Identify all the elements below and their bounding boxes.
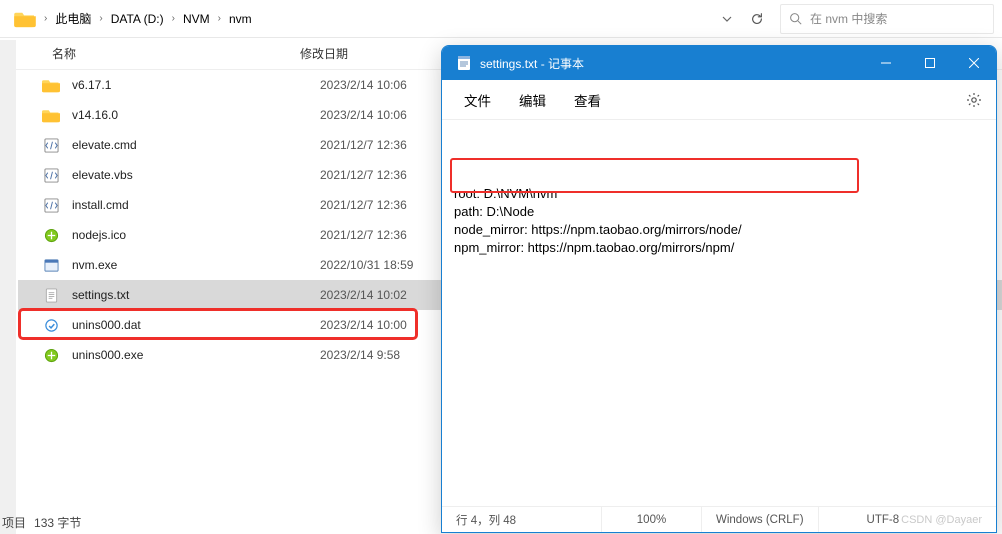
- minimize-button[interactable]: [864, 46, 908, 80]
- file-name: unins000.exe: [72, 348, 320, 362]
- file-name: v14.16.0: [72, 108, 320, 122]
- chevron-right-icon: ›: [42, 13, 49, 24]
- folder-icon: [14, 10, 36, 28]
- cursor-position: 行 4，列 48: [442, 507, 602, 532]
- editor-line: node_mirror: https://npm.taobao.org/mirr…: [454, 221, 984, 239]
- column-name-header[interactable]: 名称: [0, 45, 300, 62]
- dat-icon: [40, 318, 62, 333]
- breadcrumb-item[interactable]: nvm: [223, 8, 258, 30]
- txt-icon: [40, 288, 62, 303]
- search-icon: [789, 12, 802, 25]
- file-date: 2023/2/14 10:06: [320, 108, 407, 122]
- ico-icon: [40, 228, 62, 243]
- notepad-statusbar: 行 4，列 48 100% Windows (CRLF) UTF-8 CSDN …: [442, 506, 996, 532]
- encoding: UTF-8: [867, 514, 900, 526]
- notepad-icon: [456, 55, 472, 71]
- file-date: 2022/10/31 18:59: [320, 258, 413, 272]
- watermark: CSDN @Dayaer: [901, 514, 982, 526]
- editor-line: root: D:\NVM\nvm: [454, 185, 984, 203]
- file-name: settings.txt: [72, 288, 320, 302]
- breadcrumb-item[interactable]: DATA (D:): [105, 8, 170, 30]
- gear-icon: [966, 92, 982, 108]
- menubar: 文件 编辑 查看: [442, 80, 996, 120]
- file-date: 2023/2/14 10:00: [320, 318, 407, 332]
- column-date-header[interactable]: 修改日期: [300, 45, 348, 62]
- editor-content[interactable]: root: D:\NVM\nvmpath: D:\Nodenode_mirror…: [442, 120, 996, 506]
- search-placeholder: 在 nvm 中搜索: [810, 10, 887, 27]
- file-name: v6.17.1: [72, 78, 320, 92]
- file-date: 2023/2/14 10:02: [320, 288, 407, 302]
- folder-icon: [40, 108, 62, 123]
- chevron-right-icon: ›: [170, 13, 177, 24]
- dropdown-button[interactable]: [712, 5, 742, 33]
- file-date: 2021/12/7 12:36: [320, 138, 407, 152]
- maximize-button[interactable]: [908, 46, 952, 80]
- file-date: 2021/12/7 12:36: [320, 228, 407, 242]
- editor-line: npm_mirror: https://npm.taobao.org/mirro…: [454, 239, 984, 257]
- window-title: settings.txt - 记事本: [480, 55, 864, 72]
- file-name: elevate.vbs: [72, 168, 320, 182]
- file-name: install.cmd: [72, 198, 320, 212]
- chevron-right-icon: ›: [97, 13, 104, 24]
- exe-icon: [40, 258, 62, 273]
- file-date: 2021/12/7 12:36: [320, 168, 407, 182]
- script-icon: [40, 138, 62, 153]
- file-name: nodejs.ico: [72, 228, 320, 242]
- folder-icon: [40, 78, 62, 93]
- line-ending: Windows (CRLF): [702, 507, 819, 532]
- file-name: elevate.cmd: [72, 138, 320, 152]
- search-input[interactable]: 在 nvm 中搜索: [780, 4, 994, 34]
- breadcrumb-bar: › 此电脑 › DATA (D:) › NVM › nvm 在 nvm 中搜索: [0, 0, 1002, 38]
- zoom-level[interactable]: 100%: [602, 507, 702, 532]
- file-date: 2023/2/14 10:06: [320, 78, 407, 92]
- file-name: nvm.exe: [72, 258, 320, 272]
- close-button[interactable]: [952, 46, 996, 80]
- status-items: 项目: [2, 514, 26, 531]
- file-date: 2023/2/14 9:58: [320, 348, 400, 362]
- menu-file[interactable]: 文件: [450, 84, 505, 116]
- script-icon: [40, 168, 62, 183]
- file-date: 2021/12/7 12:36: [320, 198, 407, 212]
- file-name: unins000.dat: [72, 318, 320, 332]
- script-icon: [40, 198, 62, 213]
- notepad-window: settings.txt - 记事本 文件 编辑 查看 root: D:\NVM…: [441, 45, 997, 533]
- breadcrumb-item[interactable]: 此电脑: [49, 6, 97, 31]
- breadcrumb-item[interactable]: NVM: [177, 8, 216, 30]
- menu-edit[interactable]: 编辑: [505, 84, 560, 116]
- settings-button[interactable]: [960, 86, 988, 114]
- ico-icon: [40, 348, 62, 363]
- chevron-right-icon: ›: [216, 13, 223, 24]
- menu-view[interactable]: 查看: [560, 84, 615, 116]
- refresh-button[interactable]: [742, 5, 772, 33]
- editor-line: path: D:\Node: [454, 203, 984, 221]
- status-detail: 133 字节: [34, 514, 81, 531]
- titlebar[interactable]: settings.txt - 记事本: [442, 46, 996, 80]
